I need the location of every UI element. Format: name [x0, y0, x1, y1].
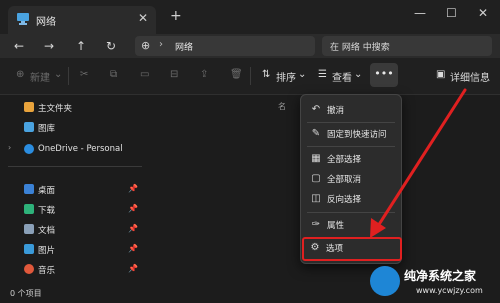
title-bar: 网络 ✕ + — ☐ ✕ [0, 0, 500, 34]
watermark-title: 纯净系统之家 [404, 269, 477, 283]
menu-divider [307, 212, 395, 213]
navigation-pane: 主文件夹 图库 › OneDrive - Personal 桌面 📌 下载 📌 … [0, 95, 150, 285]
sidebar-item-documents[interactable]: 文档 📌 [0, 221, 150, 239]
refresh-icon[interactable]: ↻ [106, 39, 116, 53]
command-bar: ⊕ 新建 ⌄ ✂ ⧉ ▭ ⊟ ⇪ 🗑 ⇅ 排序 ⌄ ☰ 查看 ⌄ ••• ▣ 详… [0, 58, 500, 95]
watermark: 纯净系统之家 www.ycwjzy.com [370, 262, 500, 303]
menu-item-properties[interactable]: ✑ 属性 [305, 216, 397, 234]
invert-selection-icon: ◫ [311, 193, 321, 204]
menu-divider [307, 122, 395, 123]
view-button[interactable]: 查看 [332, 69, 352, 84]
tab-title: 网络 [36, 17, 56, 28]
copy-icon[interactable]: ⧉ [110, 69, 117, 80]
sort-button[interactable]: 排序 [276, 69, 296, 84]
new-icon[interactable]: ⊕ [16, 69, 24, 80]
tab-close-icon[interactable]: ✕ [138, 11, 148, 25]
sidebar-item-onedrive[interactable]: › OneDrive - Personal [0, 141, 150, 159]
select-all-icon: ▦ [311, 153, 321, 164]
search-placeholder: 在 网络 中搜索 [330, 43, 390, 53]
toolbar-divider [68, 67, 69, 85]
column-header-name[interactable]: 名 [278, 101, 286, 112]
share-icon[interactable]: ⇪ [200, 69, 208, 80]
music-icon [24, 264, 34, 274]
address-bar[interactable]: ⊕ › 网络 [135, 36, 315, 56]
paste-icon[interactable]: ▭ [140, 69, 149, 80]
close-button[interactable]: ✕ [478, 6, 488, 20]
menu-item-options[interactable]: ⚙ 选项 [302, 237, 402, 261]
sidebar-item-downloads[interactable]: 下载 📌 [0, 201, 150, 219]
pin-icon: 📌 [128, 224, 138, 233]
document-icon [24, 224, 34, 234]
chevron-right-icon[interactable]: › [8, 143, 11, 152]
download-icon [24, 204, 34, 214]
toolbar-divider [250, 67, 251, 85]
picture-icon [24, 244, 34, 254]
search-input[interactable]: 在 网络 中搜索 [322, 36, 492, 56]
sidebar-item-home[interactable]: 主文件夹 [0, 99, 150, 117]
menu-item-pin-quick-access[interactable]: ✎ 固定到快速访问 [305, 125, 397, 143]
network-icon [17, 13, 29, 25]
menu-divider [307, 146, 395, 147]
desktop-icon [24, 184, 34, 194]
delete-icon[interactable]: 🗑 [230, 69, 243, 80]
cut-icon[interactable]: ✂ [80, 69, 88, 80]
menu-item-undo[interactable]: ↶ 撤消 [305, 101, 397, 119]
more-options-menu: ↶ 撤消 ✎ 固定到快速访问 ▦ 全部选择 ▢ 全部取消 ◫ 反向选择 ✑ 属性… [300, 94, 402, 264]
view-icon[interactable]: ☰ [318, 69, 327, 80]
details-icon[interactable]: ▣ [436, 69, 445, 80]
pin-icon: ✎ [311, 128, 321, 139]
undo-icon: ↶ [311, 104, 321, 115]
details-button[interactable]: 详细信息 [450, 69, 490, 84]
menu-item-select-all[interactable]: ▦ 全部选择 [305, 150, 397, 168]
address-path: 网络 [175, 43, 194, 53]
maximize-button[interactable]: ☐ [446, 6, 457, 20]
chevron-down-icon: ⌄ [54, 69, 63, 80]
rename-icon[interactable]: ⊟ [170, 69, 178, 80]
back-arrow-icon[interactable]: ← [14, 39, 24, 53]
more-options-button[interactable]: ••• [370, 63, 398, 87]
new-tab-button[interactable]: + [170, 8, 182, 24]
properties-icon: ✑ [311, 219, 321, 230]
sidebar-item-gallery[interactable]: 图库 [0, 119, 150, 137]
tab-network[interactable]: 网络 ✕ [8, 6, 156, 34]
chevron-down-icon: ⌄ [354, 69, 363, 80]
menu-item-invert-selection[interactable]: ◫ 反向选择 [305, 190, 397, 208]
paw-logo-icon [370, 266, 400, 296]
menu-item-select-none[interactable]: ▢ 全部取消 [305, 170, 397, 188]
pin-icon: 📌 [128, 244, 138, 253]
pin-icon: 📌 [128, 264, 138, 273]
minimize-button[interactable]: — [414, 6, 426, 20]
item-count: 0 个项目 [10, 289, 42, 298]
sidebar-item-music[interactable]: 音乐 📌 [0, 261, 150, 279]
pin-icon: 📌 [128, 184, 138, 193]
forward-arrow-icon[interactable]: → [44, 39, 54, 53]
sort-icon[interactable]: ⇅ [262, 69, 270, 80]
sidebar-divider [8, 166, 142, 167]
file-explorer-window: 网络 ✕ + — ☐ ✕ ← → ↑ ↻ ⊕ › 网络 在 网络 中搜索 ⊕ 新… [0, 0, 500, 303]
sidebar-item-pictures[interactable]: 图片 📌 [0, 241, 150, 259]
globe-icon: ⊕ [141, 39, 151, 52]
watermark-url: www.ycwjzy.com [416, 286, 483, 295]
pin-icon: 📌 [128, 204, 138, 213]
up-arrow-icon[interactable]: ↑ [76, 39, 86, 53]
new-button[interactable]: 新建 [30, 69, 50, 84]
gear-icon: ⚙ [310, 242, 320, 253]
select-none-icon: ▢ [311, 173, 321, 184]
home-icon [24, 102, 34, 112]
gallery-icon [24, 122, 34, 132]
cloud-icon [24, 144, 34, 154]
address-row: ← → ↑ ↻ ⊕ › 网络 在 网络 中搜索 [0, 34, 500, 58]
chevron-right-icon[interactable]: › [159, 39, 163, 50]
sidebar-item-desktop[interactable]: 桌面 📌 [0, 181, 150, 199]
chevron-down-icon: ⌄ [298, 69, 307, 80]
